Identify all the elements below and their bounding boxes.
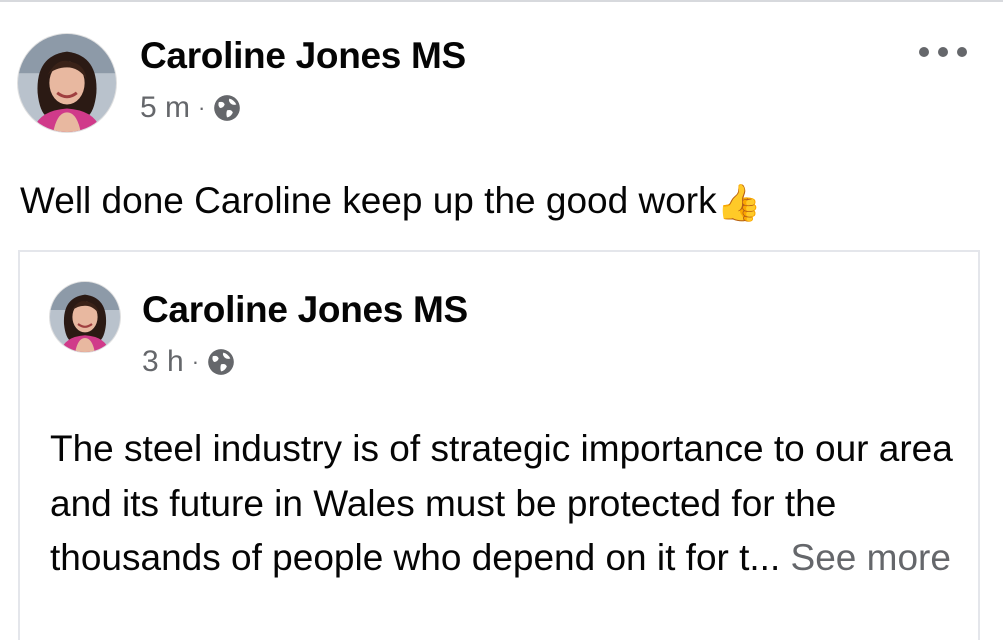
- more-dot: [919, 47, 929, 57]
- shared-post-header: Caroline Jones MS 3 h ·: [50, 282, 468, 380]
- post-message: Well done Caroline keep up the good work: [20, 180, 717, 221]
- shared-author-name[interactable]: Caroline Jones MS: [142, 288, 468, 332]
- meta-separator: ·: [198, 95, 206, 120]
- more-dot: [938, 47, 948, 57]
- more-options-icon[interactable]: [919, 40, 967, 64]
- shared-post-header-text: Caroline Jones MS 3 h ·: [142, 282, 468, 380]
- post-header: Caroline Jones MS 5 m ·: [18, 34, 466, 132]
- shared-post-time[interactable]: 3 h: [142, 344, 184, 380]
- facebook-post-screen: Caroline Jones MS 5 m · Well done Caroli…: [0, 0, 1003, 640]
- author-name[interactable]: Caroline Jones MS: [140, 34, 466, 78]
- post-time[interactable]: 5 m: [140, 90, 190, 126]
- shared-post-card[interactable]: Caroline Jones MS 3 h · The steel indust…: [18, 250, 980, 640]
- avatar[interactable]: [18, 34, 116, 132]
- post-header-text: Caroline Jones MS 5 m ·: [140, 34, 466, 126]
- post-text: Well done Caroline keep up the good work…: [20, 178, 761, 226]
- see-more-link[interactable]: See more: [791, 537, 951, 578]
- globe-icon: [208, 349, 234, 375]
- more-dot: [957, 47, 967, 57]
- shared-avatar[interactable]: [50, 282, 120, 352]
- shared-profile-photo: [50, 282, 120, 352]
- globe-icon: [214, 95, 241, 121]
- profile-photo: [18, 34, 116, 132]
- shared-post-meta: 3 h ·: [142, 344, 468, 380]
- post-meta: 5 m ·: [140, 90, 466, 126]
- thumbs-up-icon: 👍: [716, 182, 762, 223]
- shared-post-text: The steel industry is of strategic impor…: [50, 422, 970, 586]
- shared-meta-separator: ·: [191, 349, 200, 374]
